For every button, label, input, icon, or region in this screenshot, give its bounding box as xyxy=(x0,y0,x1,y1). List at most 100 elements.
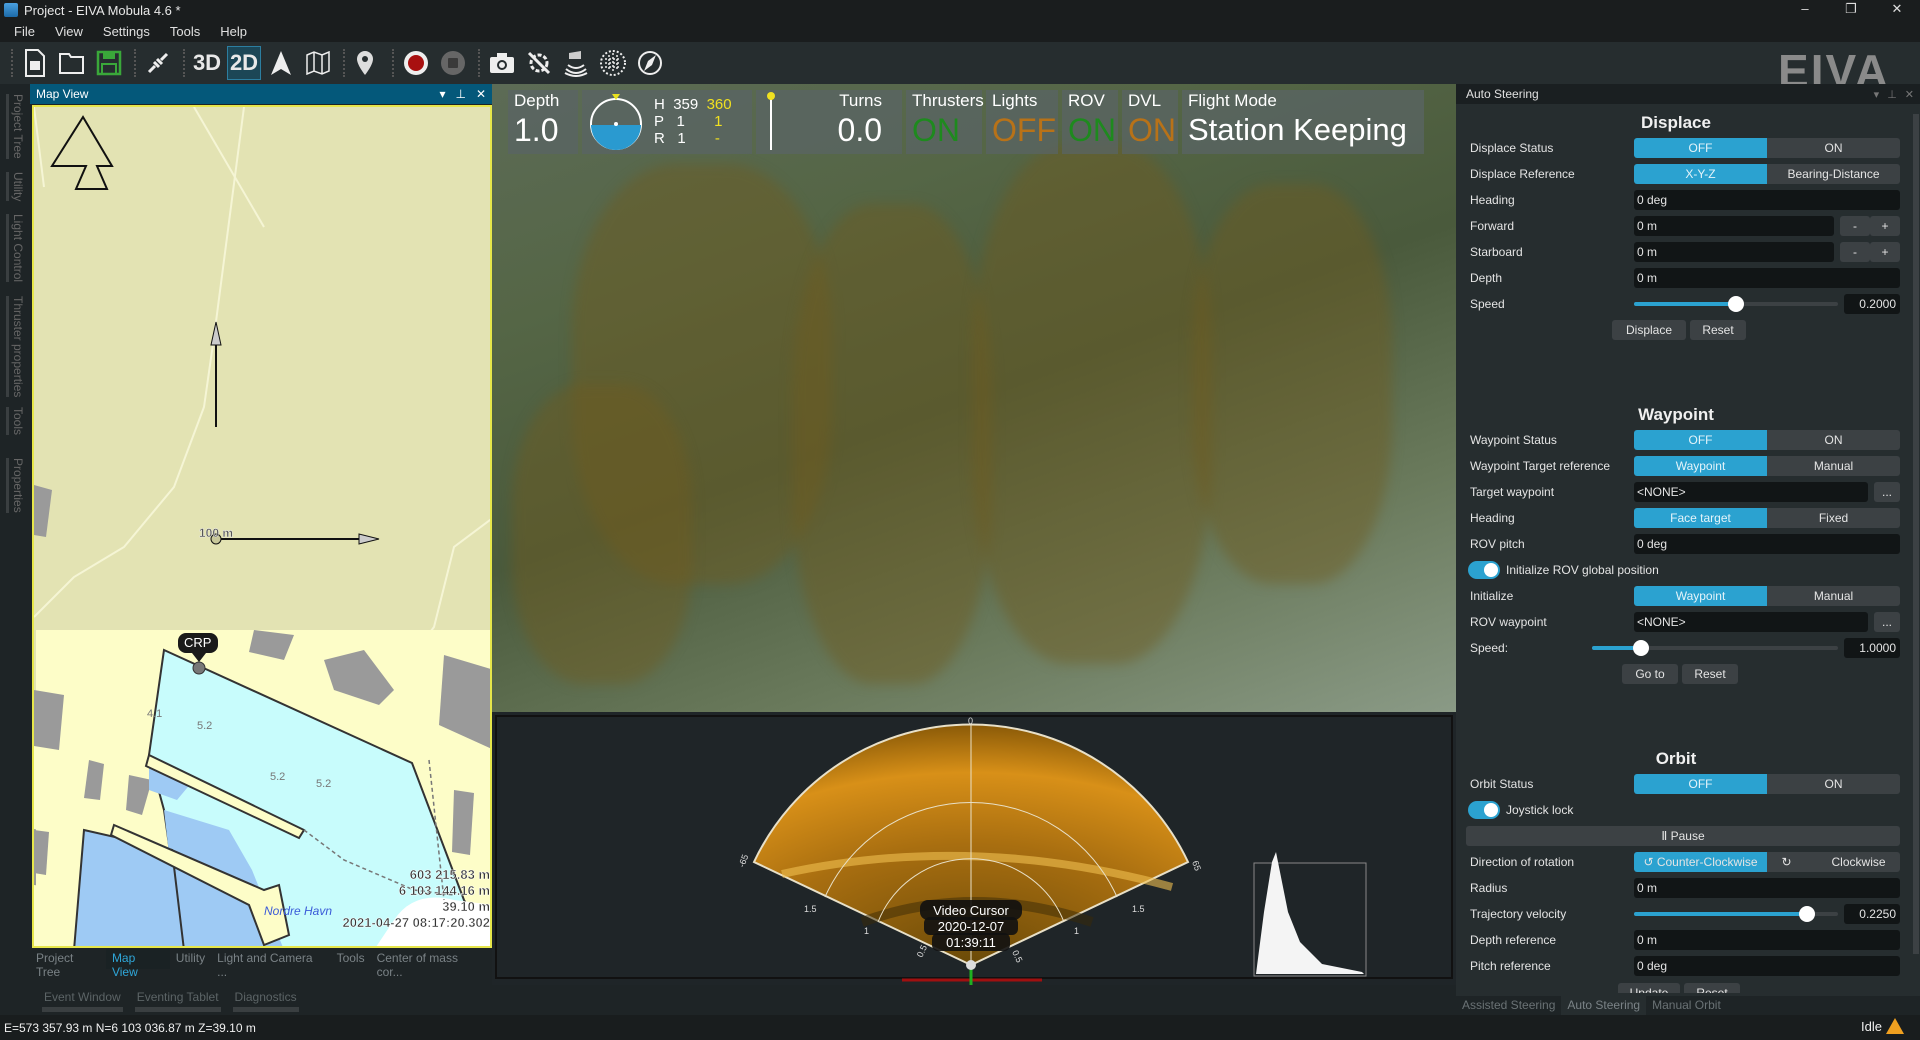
connect-plug-icon[interactable] xyxy=(141,46,175,80)
compass-icon[interactable] xyxy=(633,46,667,80)
scrollbar-thumb[interactable] xyxy=(1913,114,1919,954)
tab-map-view[interactable]: Map View xyxy=(105,949,170,979)
starboard-input[interactable]: 0 m xyxy=(1634,242,1834,262)
forward-increment-button[interactable]: + xyxy=(1870,216,1900,236)
initialize-position-toggle[interactable] xyxy=(1468,561,1500,579)
target-reference-manual[interactable]: Manual xyxy=(1767,456,1900,476)
menu-view[interactable]: View xyxy=(55,24,83,39)
map-icon[interactable] xyxy=(301,46,335,80)
goto-button[interactable]: Go to xyxy=(1622,664,1678,684)
orbit-status-off[interactable]: OFF xyxy=(1634,774,1767,794)
forward-input[interactable]: 0 m xyxy=(1634,216,1834,236)
update-button[interactable]: Update xyxy=(1618,983,1680,993)
pitch-reference-input[interactable]: 0 deg xyxy=(1634,956,1900,976)
starboard-increment-button[interactable]: + xyxy=(1870,242,1900,262)
rov-waypoint-input[interactable]: <NONE> xyxy=(1634,612,1868,632)
sonar-view[interactable]: 0 0.5 0.5 1 1 1.5 1.5 -65 65 Video Curso… xyxy=(492,712,1456,985)
displace-reference-bearing[interactable]: Bearing-Distance xyxy=(1767,164,1900,184)
target-waypoint-browse-button[interactable]: ... xyxy=(1874,482,1900,502)
tab-assisted-steering[interactable]: Assisted Steering xyxy=(1456,996,1561,1016)
new-file-icon[interactable] xyxy=(18,46,52,80)
slider-handle[interactable] xyxy=(1799,906,1816,922)
rov-waypoint-browse-button[interactable]: ... xyxy=(1874,612,1900,632)
slider-handle[interactable] xyxy=(1728,296,1744,312)
pin-icon[interactable]: ⊥ xyxy=(1887,88,1897,101)
open-folder-icon[interactable] xyxy=(55,46,89,80)
slider-handle[interactable] xyxy=(1633,640,1650,656)
save-icon[interactable] xyxy=(92,46,126,80)
orbit-reset-button[interactable]: Reset xyxy=(1684,983,1740,993)
video-feed[interactable]: Depth 1.0 H 359 360 P 1 1 R 1 - Turns 0.… xyxy=(492,84,1456,712)
sidebar-tab-thruster-properties[interactable]: Thruster properties xyxy=(6,296,25,398)
tab-project-tree[interactable]: Project Tree xyxy=(30,949,106,979)
dropdown-icon[interactable]: ▾ xyxy=(439,87,445,101)
waypoint-status-on[interactable]: ON xyxy=(1767,430,1900,450)
menu-tools[interactable]: Tools xyxy=(170,24,200,39)
north-arrow-icon[interactable] xyxy=(264,46,298,80)
initialize-waypoint[interactable]: Waypoint xyxy=(1634,586,1767,606)
close-icon[interactable]: ✕ xyxy=(476,87,486,101)
target-reference-waypoint[interactable]: Waypoint xyxy=(1634,456,1767,476)
initialize-manual[interactable]: Manual xyxy=(1767,586,1900,606)
tab-manual-orbit[interactable]: Manual Orbit xyxy=(1646,996,1727,1016)
menu-help[interactable]: Help xyxy=(220,24,247,39)
sidebar-tab-properties[interactable]: Properties xyxy=(6,458,25,513)
menu-file[interactable]: File xyxy=(14,24,35,39)
displace-reference-xyz[interactable]: X-Y-Z xyxy=(1634,164,1767,184)
dropdown-icon[interactable]: ▾ xyxy=(1874,88,1880,101)
tab-center-of-mass[interactable]: Center of mass cor... xyxy=(371,949,492,979)
displace-speed-value[interactable]: 0.2000 xyxy=(1844,294,1900,314)
pause-button[interactable]: Ⅱ Pause xyxy=(1466,826,1900,846)
displace-reset-button[interactable]: Reset xyxy=(1690,320,1746,340)
waypoint-status-off[interactable]: OFF xyxy=(1634,430,1767,450)
menu-settings[interactable]: Settings xyxy=(103,24,150,39)
grid-globe-icon[interactable] xyxy=(596,46,630,80)
pin-icon[interactable]: ⊥ xyxy=(455,87,465,101)
sidebar-tab-utility[interactable]: Utility xyxy=(6,172,25,202)
panel-scrollbar[interactable] xyxy=(1912,106,1920,1006)
trajectory-velocity-slider[interactable] xyxy=(1634,906,1838,922)
direction-counter-clockwise[interactable]: ↺ Counter-Clockwise xyxy=(1634,852,1767,872)
heading-face-target[interactable]: Face target xyxy=(1634,508,1767,528)
record-icon[interactable] xyxy=(399,46,433,80)
depth-input[interactable]: 0 m xyxy=(1634,268,1900,288)
orbit-status-on[interactable]: ON xyxy=(1767,774,1900,794)
waypoint-speed-slider[interactable] xyxy=(1592,640,1838,656)
heading-input[interactable]: 0 deg xyxy=(1634,190,1900,210)
sidebar-tab-light-control[interactable]: Light Control xyxy=(6,214,25,283)
camera-icon[interactable] xyxy=(485,46,519,80)
restore-button[interactable]: ❐ xyxy=(1828,0,1874,20)
tab-diagnostics[interactable]: Diagnostics xyxy=(232,990,299,1012)
heading-fixed[interactable]: Fixed xyxy=(1767,508,1900,528)
displace-button[interactable]: Displace xyxy=(1612,320,1686,340)
radius-input[interactable]: 0 m xyxy=(1634,878,1900,898)
settings-tools-icon[interactable] xyxy=(522,46,556,80)
tab-light-and-camera[interactable]: Light and Camera ... xyxy=(211,949,330,979)
tab-eventing-tablet[interactable]: Eventing Tablet xyxy=(134,990,221,1012)
displace-speed-slider[interactable] xyxy=(1634,296,1838,312)
stop-icon[interactable] xyxy=(436,46,470,80)
depth-reference-input[interactable]: 0 m xyxy=(1634,930,1900,950)
sidebar-tab-project-tree[interactable]: Project Tree xyxy=(6,94,25,159)
forward-decrement-button[interactable]: - xyxy=(1840,216,1870,236)
waypoint-pin-icon[interactable] xyxy=(350,46,384,80)
displace-status-off[interactable]: OFF xyxy=(1634,138,1767,158)
close-button[interactable]: ✕ xyxy=(1874,0,1920,20)
tab-auto-steering[interactable]: Auto Steering xyxy=(1561,996,1647,1016)
tab-event-window[interactable]: Event Window xyxy=(42,990,123,1012)
waypoint-speed-value[interactable]: 1.0000 xyxy=(1844,638,1900,658)
joystick-lock-toggle[interactable] xyxy=(1468,801,1500,819)
sidebar-tab-tools[interactable]: Tools xyxy=(6,407,25,436)
tab-utility[interactable]: Utility xyxy=(170,949,211,969)
warning-icon[interactable] xyxy=(1886,1018,1904,1034)
rov-pitch-input[interactable]: 0 deg xyxy=(1634,534,1900,554)
starboard-decrement-button[interactable]: - xyxy=(1840,242,1870,262)
sonar-icon[interactable] xyxy=(559,46,593,80)
minimize-button[interactable]: – xyxy=(1782,0,1828,20)
target-waypoint-input[interactable]: <NONE> xyxy=(1634,482,1868,502)
view-3d-button[interactable]: 3D xyxy=(190,46,224,80)
tab-tools[interactable]: Tools xyxy=(331,949,371,969)
map-canvas[interactable]: 5.2 4.1 100 m xyxy=(32,105,492,948)
displace-status-on[interactable]: ON xyxy=(1767,138,1900,158)
waypoint-reset-button[interactable]: Reset xyxy=(1682,664,1738,684)
